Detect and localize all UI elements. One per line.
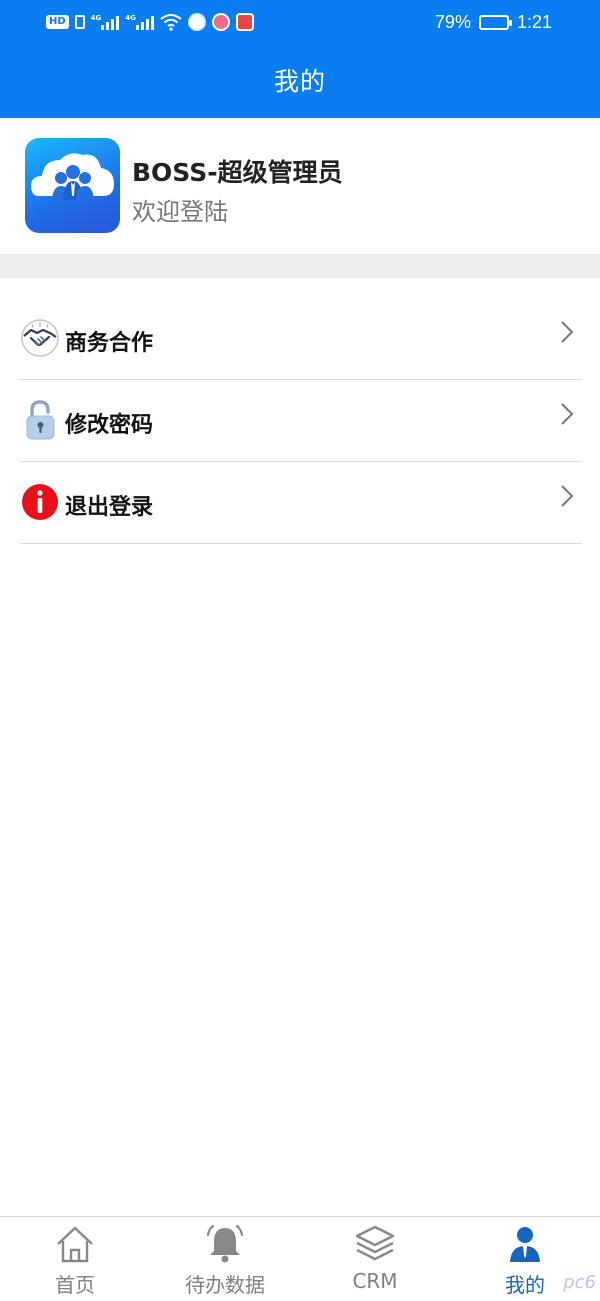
nav-item-home[interactable]: 首页	[0, 1217, 150, 1301]
app-notification-icon	[211, 13, 230, 31]
clock: 1:21	[516, 11, 552, 32]
menu-item-logout[interactable]: 退出登录	[20, 462, 582, 544]
layers-icon	[355, 1225, 395, 1261]
section-divider	[0, 254, 600, 278]
nav-label: CRM	[352, 1269, 398, 1293]
chevron-right-icon	[561, 403, 574, 425]
menu-item-business-cooperation[interactable]: 商务合作	[20, 298, 582, 380]
network-type: 4G	[90, 14, 102, 22]
avatar	[25, 138, 120, 233]
nav-label: 待办数据	[185, 1273, 265, 1297]
status-right: 79% 1:21	[435, 10, 552, 34]
hd-badge: HD	[46, 15, 69, 29]
menu-item-label: 退出登录	[65, 495, 154, 520]
menu-item-label: 修改密码	[65, 413, 154, 438]
signal-icon: 4G	[125, 14, 154, 30]
nav-label: 首页	[55, 1273, 95, 1297]
chevron-right-icon	[561, 321, 574, 343]
profile-subtitle: 欢迎登陆	[132, 198, 228, 226]
battery-icon	[478, 14, 512, 30]
app-notification-icon	[235, 13, 254, 31]
bell-icon	[206, 1224, 244, 1263]
app-notification-icon	[187, 13, 206, 31]
network-type: 4G	[125, 14, 136, 22]
sim-icon	[74, 15, 85, 29]
status-left: HD 4G 4G	[46, 10, 254, 34]
handshake-icon	[21, 319, 59, 357]
user-icon	[510, 1227, 540, 1262]
nav-item-todo[interactable]: 待办数据	[150, 1217, 300, 1301]
page-title: 我的	[273, 67, 326, 96]
watermark: pc6	[563, 1272, 596, 1293]
wifi-icon	[160, 14, 182, 31]
lock-icon	[26, 400, 55, 440]
screen: HD 4G 4G 79% 1:21 我的 BOSS-超级管理员 欢迎登陆 商务合…	[0, 0, 600, 1301]
info-icon	[22, 484, 58, 520]
profile-card[interactable]: BOSS-超级管理员 欢迎登陆	[0, 118, 600, 254]
menu-item-label: 商务合作	[65, 331, 154, 356]
status-bar: HD 4G 4G 79% 1:21	[0, 0, 600, 44]
chevron-right-icon	[561, 485, 574, 507]
home-icon	[57, 1226, 93, 1263]
settings-menu: 商务合作 修改密码 退出登录	[20, 298, 582, 544]
bottom-navigation: 首页 待办数据 CRM 我的 pc6	[0, 1216, 600, 1301]
team-cloud-icon	[31, 153, 114, 200]
signal-icon: 4G	[91, 14, 120, 30]
top-app-bar: HD 4G 4G 79% 1:21 我的	[0, 0, 600, 118]
nav-item-crm[interactable]: CRM	[300, 1217, 450, 1301]
menu-item-change-password[interactable]: 修改密码	[20, 380, 582, 462]
battery-percent: 79%	[434, 11, 471, 32]
profile-name: BOSS-超级管理员	[132, 158, 343, 187]
